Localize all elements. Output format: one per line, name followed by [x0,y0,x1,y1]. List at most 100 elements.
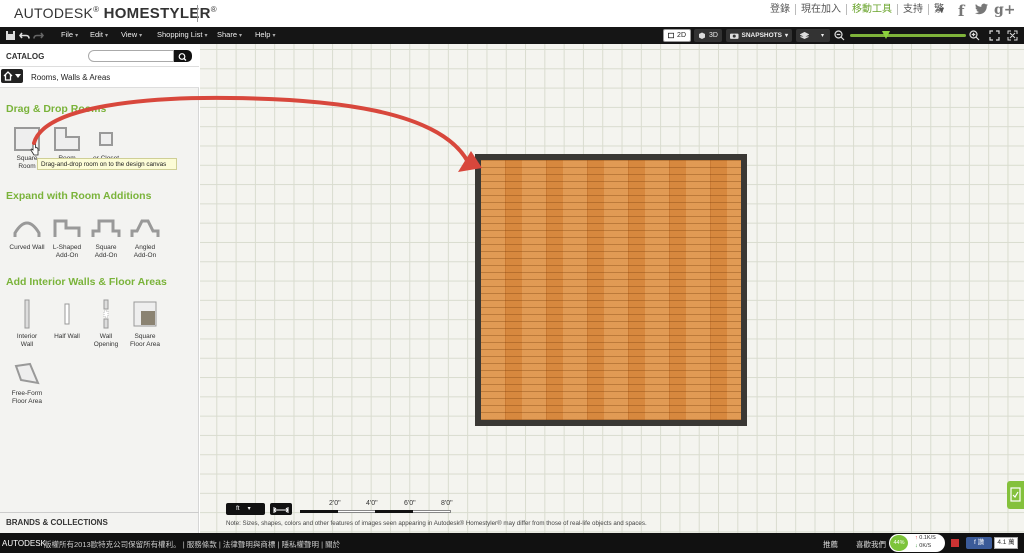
l-shaped-add-on-icon [53,219,81,237]
breadcrumb-current[interactable]: Rooms, Walls & Areas [31,73,110,82]
fit-view-icon[interactable] [989,30,1000,41]
tile-angled-add-on[interactable]: Angled Add-On [125,215,165,260]
tile-label: Square [134,333,156,340]
search-icon [178,53,187,61]
status-bar: AUTODESK 版權所有2013歐特克公司保留所有權利。 | 服務條款 | 法… [0,533,1024,553]
zoom-out-icon[interactable] [834,30,845,41]
view-3d-button[interactable]: 3D [694,29,722,42]
menu-help[interactable]: Help ▾ [255,30,275,39]
upload-speed-value: 0.1K/S [919,535,936,541]
tile-label: Square [95,244,117,251]
arrow-up-icon: ↑ [915,535,918,541]
half-wall-icon [64,303,70,325]
search-button[interactable] [174,50,192,62]
brand-divider [197,5,198,22]
measure-button[interactable] [270,503,292,515]
menu-file[interactable]: File ▾ [61,30,78,39]
units-label: ft [236,505,240,512]
menu-label: Edit [90,30,103,39]
tile-curved-wall[interactable]: Curved Wall [7,215,47,252]
logo-name: HOMESTYLER [103,5,211,22]
zoom-slider[interactable] [850,34,966,37]
login-link[interactable]: 登錄 [765,4,796,15]
disclaimer-note: Note: Sizes, shapes, colors and other fe… [226,520,647,527]
mobile-tools-link[interactable]: 移動工具 [847,4,898,15]
upload-speed: ↑ 0.1K/S [915,535,936,541]
tile-half-wall[interactable]: Half Wall [47,298,87,341]
catalog-search-input[interactable] [88,50,174,62]
save-icon[interactable] [5,30,16,41]
scale-label: 6'0" [404,500,416,507]
facebook-icon: f [973,539,976,546]
footer-logo[interactable]: AUTODESK [2,539,46,548]
tile-l-shaped-add-on[interactable]: L-Shaped Add-On [47,215,87,260]
recommend-link[interactable]: 推薦 [823,539,838,550]
undo-icon[interactable] [19,30,30,41]
support-link[interactable]: 支持 [898,4,929,15]
tile-free-form-floor-area[interactable]: Free-Form Floor Area [7,361,47,406]
caret-icon: ▾ [821,33,825,39]
zoom-in-icon[interactable] [969,30,980,41]
tile-square-add-on[interactable]: Square Add-On [86,215,126,260]
tile-label: Add-On [94,252,118,259]
l-shaped-room-icon [54,127,80,151]
home-button[interactable] [1,69,23,83]
section-drag-drop-rooms: Drag & Drop Rooms [6,103,107,115]
scale-segment [300,510,338,513]
google-plus-icon[interactable]: g+ [994,2,1016,18]
caret-icon: ▾ [104,33,108,39]
menu-edit[interactable]: Edit ▾ [90,30,108,39]
menu-share[interactable]: Share ▾ [217,30,242,39]
tile-label: Floor Area [12,398,42,405]
tile-label: Wall [99,333,113,340]
hand-cursor-icon [30,143,39,156]
zoom-slider-thumb[interactable] [882,31,890,39]
fb-like-label: 讚 [977,539,985,546]
breadcrumb: Rooms, Walls & Areas [0,67,199,88]
arrow-down-icon: ↓ [915,543,918,549]
footer-links[interactable]: 版權所有2013歐特克公司保留所有權利。 | 服務條款 | 法律聲明與商標 | … [44,539,340,550]
side-drawer-tab[interactable] [1007,481,1024,509]
facebook-icon[interactable]: f [958,2,964,20]
menu-view[interactable]: View ▾ [121,30,142,39]
fullscreen-icon[interactable] [1007,30,1018,41]
scale-label: 2'0" [329,500,341,507]
snapshots-button[interactable]: SNAPSHOTS ▾ [726,29,792,42]
tile-label: Half Wall [54,333,80,340]
wood-floor[interactable] [481,160,741,420]
menu-label: View [121,30,138,39]
wall-opening-icon [103,299,109,329]
like-us-link[interactable]: 喜歡我們 [856,539,886,550]
tile-interior-wall[interactable]: Interior Wall [7,298,47,349]
closet-icon [99,132,113,146]
download-speed: ↓ 0K/S [915,543,931,549]
caret-icon: ▾ [204,33,208,39]
layers-button[interactable]: ▾ [796,29,830,42]
units-dropdown[interactable]: ft ▾ [226,503,265,515]
youtube-icon[interactable] [951,539,959,547]
facebook-like-button[interactable]: f 讚 [966,537,992,549]
chevron-down-icon[interactable]: ▼ [937,5,946,15]
square-room[interactable] [475,154,747,426]
join-link[interactable]: 現在加入 [796,4,847,15]
section-room-additions: Expand with Room Additions [6,190,152,202]
brands-collections-link[interactable]: BRANDS & COLLECTIONS [6,518,108,527]
tile-label: Add-On [133,252,157,259]
tile-wall-opening[interactable]: Wall Opening [86,298,126,349]
cube-icon [699,32,705,39]
view-2d-button[interactable]: 2D [663,29,691,42]
redo-icon[interactable] [33,30,44,41]
twitter-icon[interactable] [975,3,989,20]
catalog-title: CATALOG [6,52,45,61]
view-3d-label: 3D [709,32,718,39]
download-speed-value: 0K/S [919,543,932,549]
free-form-floor-area-icon [14,362,40,385]
tile-label: Add-On [55,252,79,259]
app-logo[interactable]: AUTODESK® HOMESTYLER® [14,5,217,22]
tile-square-floor-area[interactable]: Square Floor Area [125,298,165,349]
logo-prefix: AUTODESK [14,5,94,21]
menu-shopping-list[interactable]: Shopping List ▾ [157,30,207,39]
facebook-like-count: 4.1 萬 [994,537,1018,549]
main-toolbar: File ▾ Edit ▾ View ▾ Shopping List ▾ Share ▾ … [0,27,1024,44]
square-add-on-icon [91,219,121,237]
